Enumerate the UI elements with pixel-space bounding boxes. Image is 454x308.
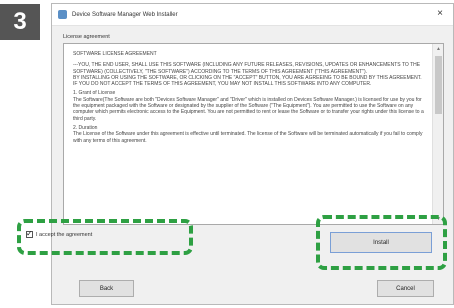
license-scrollbar[interactable]: ▲ ▼: [432, 44, 443, 224]
back-button[interactable]: Back: [79, 280, 134, 297]
license-paragraph: ---YOU, THE END USER, SHALL USE THIS SOF…: [73, 62, 422, 88]
license-heading: SOFTWARE LICENSE AGREEMENT: [73, 51, 157, 57]
accept-highlight-frame: [17, 219, 193, 255]
app-icon: [58, 10, 67, 19]
title-bar: Device Software Manager Web Installer ×: [52, 4, 453, 26]
license-text-area[interactable]: SOFTWARE LICENSE AGREEMENT ---YOU, THE E…: [63, 43, 444, 225]
license-section-label: License agreement: [63, 34, 110, 40]
step-number-badge: 3: [0, 4, 40, 40]
scroll-up-icon[interactable]: ▲: [433, 44, 443, 54]
install-highlight-frame: [316, 215, 447, 270]
window-title: Device Software Manager Web Installer: [72, 11, 178, 18]
close-icon[interactable]: ×: [433, 7, 447, 21]
license-paragraph: 2. Duration The License of the Software …: [73, 124, 423, 144]
license-text: SOFTWARE LICENSE AGREEMENT ---YOU, THE E…: [73, 51, 425, 220]
cancel-button[interactable]: Cancel: [377, 280, 434, 297]
scroll-thumb[interactable]: [435, 56, 442, 114]
license-paragraph: 1. Grant of License The Software(The Sof…: [73, 90, 424, 122]
